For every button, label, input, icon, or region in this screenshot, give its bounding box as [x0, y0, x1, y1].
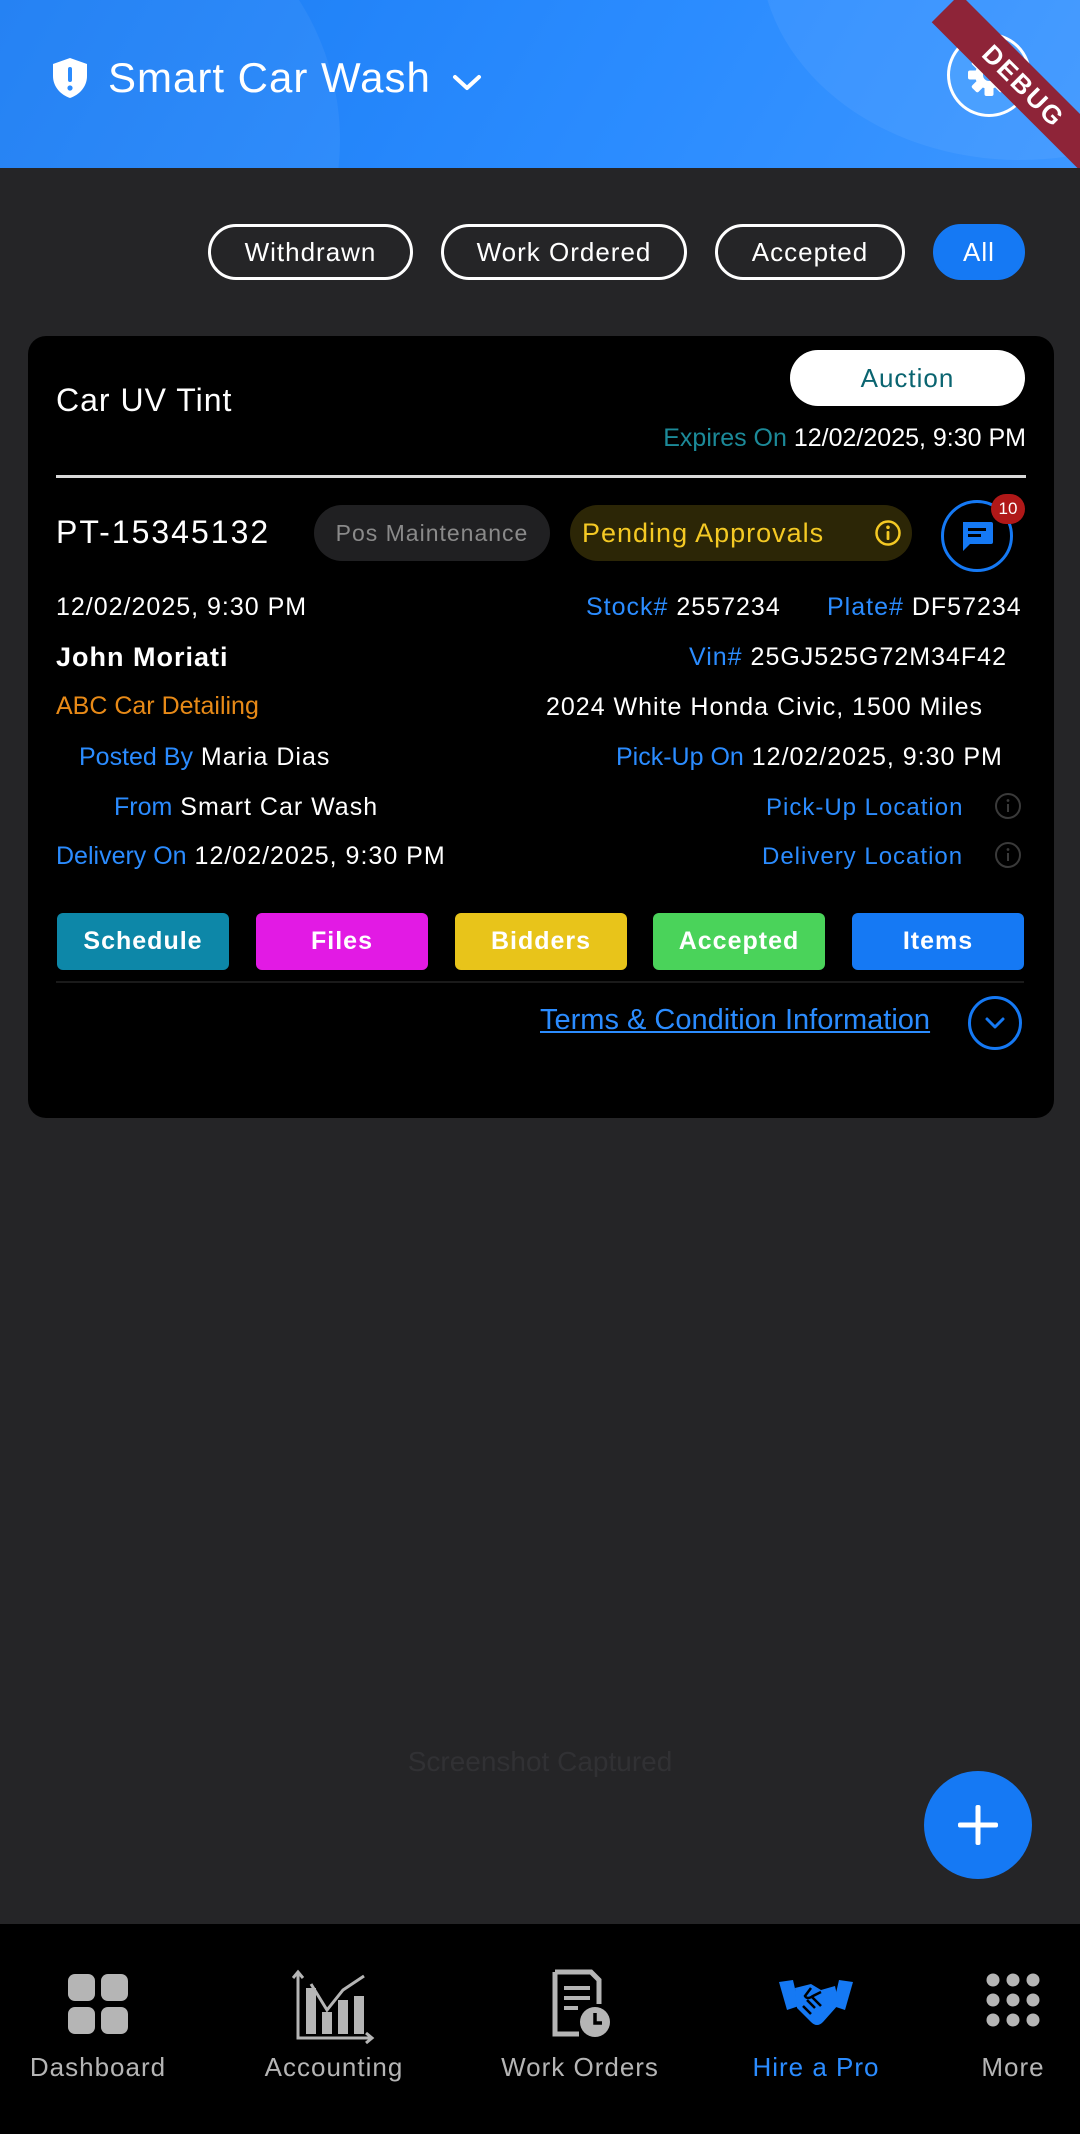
plate-label: Plate# — [827, 593, 904, 621]
customer-name: John Moriati — [56, 642, 229, 672]
nav-dashboard[interactable]: Dashboard — [0, 1924, 196, 2134]
pickup-location-link[interactable]: Pick-Up Location — [766, 794, 963, 822]
info-icon[interactable] — [994, 841, 1022, 869]
files-button[interactable]: Files — [256, 913, 428, 970]
vehicle-description: 2024 White Honda Civic, 1500 Miles — [546, 693, 983, 721]
nav-label: Dashboard — [29, 2052, 167, 2082]
app-title[interactable]: Smart Car Wash — [108, 52, 431, 104]
schedule-button[interactable]: Schedule — [57, 913, 229, 970]
document-clock-icon — [552, 1969, 610, 2037]
nav-label: Accounting — [264, 2052, 404, 2082]
posted-by-label: Posted By — [79, 743, 193, 771]
accepted-button[interactable]: Accepted — [653, 913, 825, 970]
vin-number: Vin# 25GJ525G72M34F42 — [689, 643, 1007, 672]
auction-badge[interactable]: Auction — [790, 350, 1025, 406]
info-icon[interactable] — [874, 519, 902, 547]
pickup-label: Pick-Up On — [616, 743, 744, 771]
plus-icon — [958, 1805, 998, 1845]
chevron-down-icon — [985, 1017, 1005, 1029]
vin-value: 25GJ525G72M34F42 — [750, 643, 1007, 671]
vin-label: Vin# — [689, 643, 743, 671]
chart-icon — [292, 1969, 375, 2044]
pickup-value: 12/02/2025, 9:30 PM — [751, 743, 1003, 771]
job-date: 12/02/2025, 9:30 PM — [56, 593, 308, 621]
expires-value: 12/02/2025, 9:30 PM — [793, 424, 1026, 452]
info-icon[interactable] — [994, 792, 1022, 820]
nav-label: Work Orders — [501, 2052, 659, 2082]
nav-label: Hire a Pro — [752, 2052, 880, 2082]
status-label: Pending Approvals — [582, 518, 825, 548]
pickup-on: Pick-Up On 12/02/2025, 9:30 PM — [616, 743, 1003, 772]
screenshot-watermark: Screenshot Captured — [407, 1746, 673, 1777]
divider — [56, 475, 1026, 478]
divider — [56, 981, 1024, 983]
posted-by: Posted By Maria Dias — [79, 743, 330, 772]
filter-all[interactable]: All — [933, 224, 1025, 280]
nav-hire-a-pro[interactable]: Hire a Pro — [718, 1924, 914, 2134]
terms-link[interactable]: Terms & Condition Information — [540, 1004, 930, 1037]
filter-work-ordered[interactable]: Work Ordered — [441, 224, 687, 280]
from-location: From Smart Car Wash — [114, 793, 378, 822]
posted-by-value: Maria Dias — [200, 743, 331, 771]
from-value: Smart Car Wash — [180, 793, 379, 821]
stock-number: Stock# 2557234 — [586, 593, 781, 622]
dots-grid-icon — [986, 1973, 1040, 2027]
shield-alert-icon — [53, 58, 87, 98]
filter-withdrawn[interactable]: Withdrawn — [208, 224, 413, 280]
category-badge: Pos Maintenance — [314, 505, 550, 561]
nav-label: More — [981, 2052, 1045, 2082]
job-id: PT-15345132 — [56, 514, 271, 550]
expires-on: Expires On 12/02/2025, 9:30 PM — [614, 424, 1026, 453]
app-header: Smart Car Wash DEBUG — [0, 0, 1080, 168]
from-label: From — [114, 793, 173, 821]
nav-accounting[interactable]: Accounting — [236, 1924, 432, 2134]
stock-label: Stock# — [586, 593, 669, 621]
items-button[interactable]: Items — [852, 913, 1024, 970]
expires-label: Expires On — [663, 424, 787, 452]
plate-value: DF57234 — [911, 593, 1022, 621]
bidders-button[interactable]: Bidders — [455, 913, 627, 970]
delivery-on: Delivery On 12/02/2025, 9:30 PM — [56, 842, 446, 871]
chevron-down-icon[interactable] — [450, 70, 484, 94]
delivery-value: 12/02/2025, 9:30 PM — [194, 842, 446, 870]
grid-icon — [68, 1974, 128, 2034]
expand-terms-button[interactable] — [968, 996, 1022, 1050]
bottom-navigation: Dashboard Accounting Work Orders Hire a … — [0, 1924, 1080, 2134]
nav-work-orders[interactable]: Work Orders — [482, 1924, 678, 2134]
job-card[interactable] — [28, 336, 1054, 1118]
plate-number: Plate# DF57234 — [827, 593, 1022, 622]
job-title: Car UV Tint — [56, 382, 233, 418]
company-name: ABC Car Detailing — [56, 692, 259, 720]
handshake-icon — [779, 1980, 853, 2025]
filter-accepted[interactable]: Accepted — [715, 224, 905, 280]
nav-more[interactable]: More — [960, 1924, 1066, 2134]
stock-value: 2557234 — [676, 593, 781, 621]
add-button[interactable] — [924, 1771, 1032, 1879]
chat-count-badge: 10 — [991, 494, 1025, 524]
status-badge[interactable]: Pending Approvals — [570, 505, 912, 561]
delivery-label: Delivery On — [56, 842, 187, 870]
delivery-location-link[interactable]: Delivery Location — [762, 843, 963, 871]
chat-icon — [963, 522, 993, 551]
